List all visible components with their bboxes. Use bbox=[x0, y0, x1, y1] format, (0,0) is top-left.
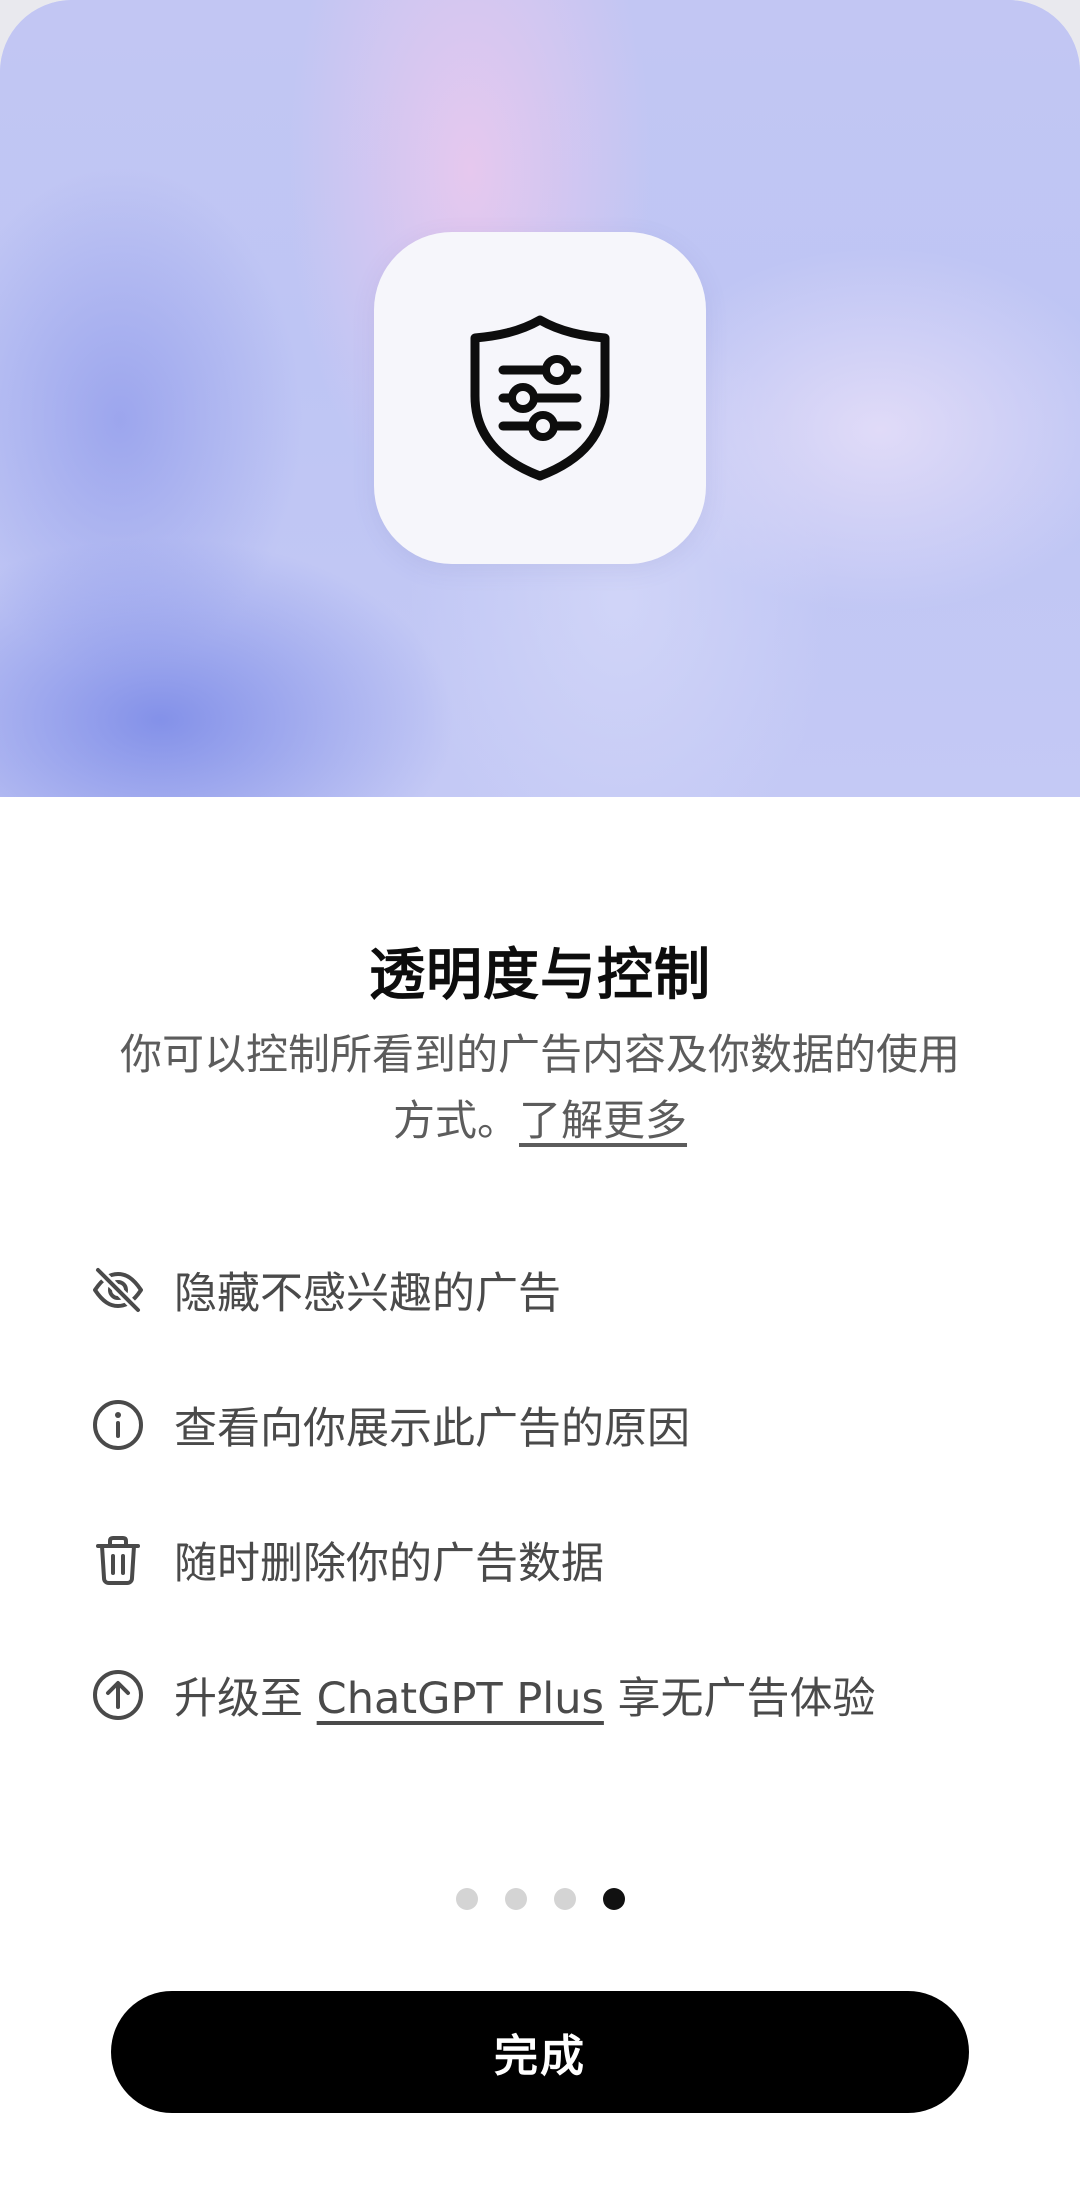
page-subtitle: 你可以控制所看到的广告内容及你数据的使用 方式。了解更多 bbox=[60, 1022, 1020, 1154]
eye-slash-icon bbox=[90, 1262, 146, 1318]
learn-more-link[interactable]: 了解更多 bbox=[519, 1096, 687, 1145]
done-button[interactable]: 完成 bbox=[111, 1991, 969, 2113]
upgrade-text-suffix: 享无广告体验 bbox=[603, 1674, 876, 1724]
page-dot-3[interactable] bbox=[553, 1888, 576, 1910]
feature-item-hide-ads: 隐藏不感兴趣的广告 bbox=[90, 1255, 1030, 1325]
feature-text: 隐藏不感兴趣的广告 bbox=[174, 1269, 561, 1319]
trash-icon bbox=[90, 1532, 146, 1588]
page-dot-2[interactable] bbox=[504, 1888, 527, 1910]
chatgpt-plus-link[interactable]: ChatGPT Plus bbox=[317, 1674, 604, 1724]
upgrade-text-prefix: 升级至 bbox=[174, 1674, 317, 1724]
shield-sliders-icon bbox=[470, 315, 610, 481]
page-dot-1[interactable] bbox=[455, 1888, 478, 1910]
feature-item-delete-data: 随时删除你的广告数据 bbox=[90, 1525, 1030, 1595]
feature-item-upgrade: 升级至 ChatGPT Plus 享无广告体验 bbox=[90, 1660, 1030, 1730]
subtitle-line-2: 方式。了解更多 bbox=[60, 1088, 1020, 1154]
feature-text: 查看向你展示此广告的原因 bbox=[174, 1404, 690, 1454]
hero-banner bbox=[0, 0, 1080, 797]
feature-item-why-ad: 查看向你展示此广告的原因 bbox=[90, 1390, 1030, 1460]
subtitle-line-2-prefix: 方式。 bbox=[392, 1096, 519, 1145]
screen: 透明度与控制 你可以控制所看到的广告内容及你数据的使用 方式。了解更多 隐藏不感… bbox=[0, 0, 1080, 2207]
page-indicator bbox=[0, 1888, 1080, 1910]
feature-icon-tile bbox=[374, 232, 706, 564]
feature-text: 随时删除你的广告数据 bbox=[174, 1539, 604, 1589]
page-title: 透明度与控制 bbox=[369, 943, 711, 1008]
info-circle-icon bbox=[90, 1397, 146, 1453]
subtitle-line-1: 你可以控制所看到的广告内容及你数据的使用 bbox=[119, 1030, 960, 1079]
arrow-up-circle-icon bbox=[90, 1667, 146, 1723]
page-dot-4[interactable] bbox=[602, 1888, 625, 1910]
feature-text: 升级至 ChatGPT Plus 享无广告体验 bbox=[174, 1664, 876, 1726]
